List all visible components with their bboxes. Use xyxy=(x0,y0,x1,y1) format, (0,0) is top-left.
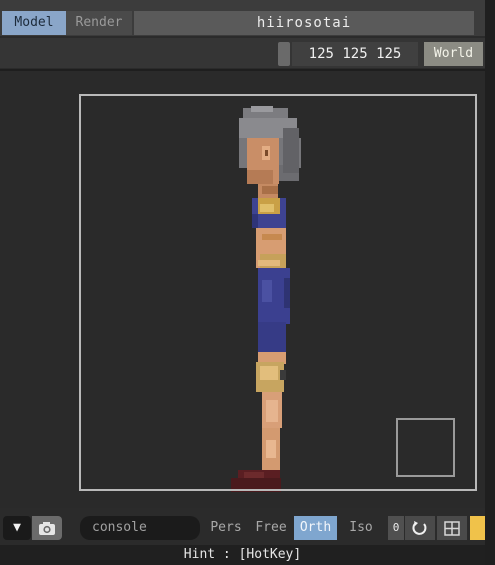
menu-dropdown-button[interactable]: ▼ xyxy=(3,516,31,540)
grid-toggle-button[interactable] xyxy=(437,516,467,540)
console-input[interactable] xyxy=(80,516,200,540)
view-mode-free[interactable]: Free xyxy=(253,516,289,540)
navigation-cube-frame[interactable] xyxy=(396,418,455,477)
palette-color-swatch[interactable] xyxy=(470,516,485,540)
zero-button[interactable]: 0 xyxy=(388,516,404,540)
view-mode-pers[interactable]: Pers xyxy=(208,516,244,540)
hint-bar: Hint : [HotKey] xyxy=(0,545,485,565)
rotate-icon xyxy=(412,521,427,535)
view-mode-iso[interactable]: Iso xyxy=(346,516,376,540)
side-scrollbar[interactable] xyxy=(485,0,495,565)
camera-button[interactable] xyxy=(32,516,62,540)
camera-icon xyxy=(39,522,55,535)
view-mode-orth[interactable]: Orth xyxy=(294,516,337,540)
rotate-button[interactable] xyxy=(405,516,435,540)
grid-icon xyxy=(444,521,460,536)
